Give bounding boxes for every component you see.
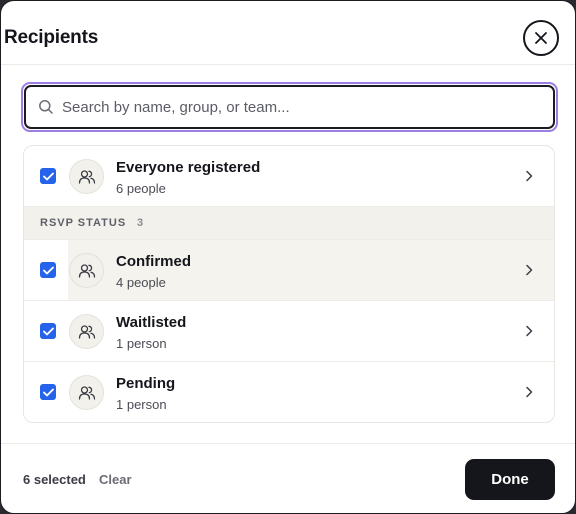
section-label: RSVP STATUS — [40, 217, 127, 229]
hover-highlight — [68, 240, 554, 300]
item-name: Confirmed — [116, 253, 191, 270]
chevron-right-icon — [526, 264, 533, 276]
done-button[interactable]: Done — [465, 459, 555, 500]
list-item-everyone-registered[interactable]: Everyone registered 6 people — [24, 146, 554, 207]
check-icon — [42, 266, 54, 274]
search-box[interactable] — [24, 85, 555, 129]
check-icon — [42, 327, 54, 335]
item-name: Everyone registered — [116, 159, 261, 176]
modal-title: Recipients — [4, 27, 99, 48]
checkbox[interactable] — [40, 384, 56, 400]
section-header: RSVP STATUS 3 — [24, 207, 554, 240]
item-count: 4 people — [116, 275, 166, 290]
checkbox[interactable] — [40, 168, 56, 184]
clear-button[interactable]: Clear — [99, 472, 132, 487]
close-button[interactable] — [523, 20, 559, 56]
recipient-list: Everyone registered 6 people RSVP STATUS… — [23, 145, 555, 423]
chevron-right-icon — [526, 386, 533, 398]
modal-footer: 6 selected Clear Done — [1, 443, 575, 513]
section-count: 3 — [137, 217, 144, 229]
item-count: 1 person — [116, 336, 167, 351]
chevron-right-icon — [526, 325, 533, 337]
people-icon — [69, 253, 104, 288]
check-icon — [42, 172, 54, 180]
people-icon — [69, 314, 104, 349]
item-name: Waitlisted — [116, 314, 187, 331]
item-name: Pending — [116, 375, 176, 392]
selected-count: 6 selected — [23, 472, 86, 487]
modal-header: Recipients — [1, 1, 575, 65]
check-icon — [42, 388, 54, 396]
chevron-right-icon — [526, 170, 533, 182]
search-input[interactable] — [62, 98, 522, 116]
checkbox[interactable] — [40, 262, 56, 278]
list-item-confirmed[interactable]: Confirmed 4 people — [24, 240, 554, 301]
item-count: 1 person — [116, 397, 167, 412]
people-icon — [69, 375, 104, 410]
item-count: 6 people — [116, 181, 166, 196]
list-item-pending[interactable]: Pending 1 person — [24, 362, 554, 422]
close-icon — [535, 32, 547, 44]
search-focus-ring — [21, 82, 558, 132]
list-item-waitlisted[interactable]: Waitlisted 1 person — [24, 301, 554, 362]
people-icon — [69, 159, 104, 194]
search-icon — [39, 100, 53, 114]
recipients-modal: Recipients Everyone registered 6 peo — [0, 0, 576, 514]
checkbox[interactable] — [40, 323, 56, 339]
